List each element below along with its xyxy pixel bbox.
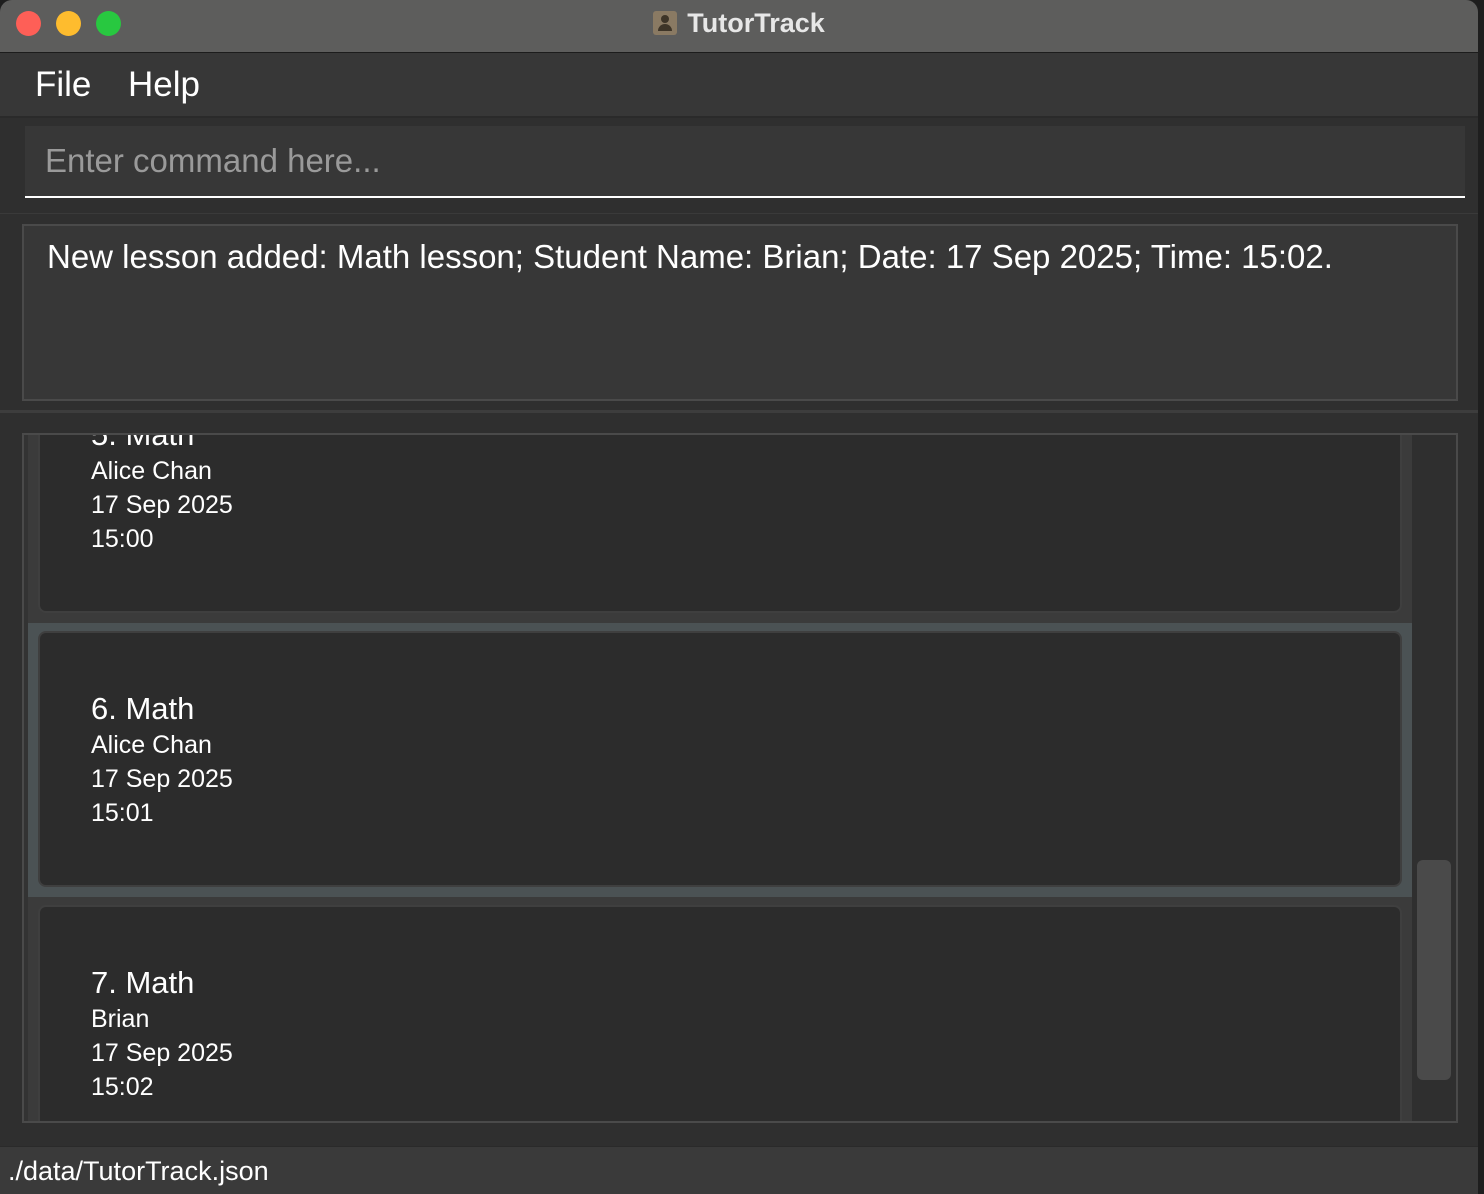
lesson-student: Alice Chan [91,457,212,485]
menu-help[interactable]: Help [128,65,200,105]
lesson-student: Alice Chan [91,731,212,759]
lesson-list-viewport: 5. Math Alice Chan 17 Sep 2025 15:00 6. … [28,435,1412,1121]
app-window: TutorTrack File Help New lesson added: M… [0,0,1478,1194]
result-display: New lesson added: Math lesson; Student N… [22,224,1458,401]
lesson-list[interactable]: 5. Math Alice Chan 17 Sep 2025 15:00 6. … [22,433,1458,1123]
lesson-time: 15:00 [91,525,154,553]
lesson-date: 17 Sep 2025 [91,491,233,519]
lesson-time: 15:02 [91,1073,154,1101]
result-display-panel: New lesson added: Math lesson; Student N… [0,214,1478,413]
lesson-card: 7. Math Brian 17 Sep 2025 15:02 [38,905,1402,1121]
scrollbar-thumb[interactable] [1417,860,1451,1080]
command-input[interactable] [25,126,1465,198]
lesson-student: Brian [91,1005,150,1033]
contact-book-icon [653,11,678,35]
status-bar: ./data/TutorTrack.json [0,1146,1478,1194]
save-file-path: ./data/TutorTrack.json [8,1156,269,1186]
command-box [0,118,1478,215]
lesson-list-panel: 5. Math Alice Chan 17 Sep 2025 15:00 6. … [0,413,1478,1143]
result-message: New lesson added: Math lesson; Student N… [47,238,1333,275]
lesson-title: 6. Math [91,691,195,726]
lesson-time: 15:01 [91,799,154,827]
lesson-date: 17 Sep 2025 [91,1039,233,1067]
lesson-date: 17 Sep 2025 [91,765,233,793]
scrollbar-track[interactable] [1412,435,1456,1121]
menu-bar: File Help [0,53,1478,118]
list-item[interactable]: 7. Math Brian 17 Sep 2025 15:02 [28,897,1412,1121]
lesson-card: 6. Math Alice Chan 17 Sep 2025 15:01 [38,631,1402,887]
title-bar[interactable]: TutorTrack [0,0,1478,53]
list-item[interactable]: 5. Math Alice Chan 17 Sep 2025 15:00 [28,435,1412,623]
menu-file[interactable]: File [35,65,91,105]
lesson-title: 5. Math [91,435,194,453]
lesson-title: 7. Math [91,965,195,1000]
window-title: TutorTrack [687,7,825,38]
lesson-card: 5. Math Alice Chan 17 Sep 2025 15:00 [38,435,1402,613]
window-title-group: TutorTrack [0,0,1478,46]
list-item-selected[interactable]: 6. Math Alice Chan 17 Sep 2025 15:01 [28,623,1412,897]
